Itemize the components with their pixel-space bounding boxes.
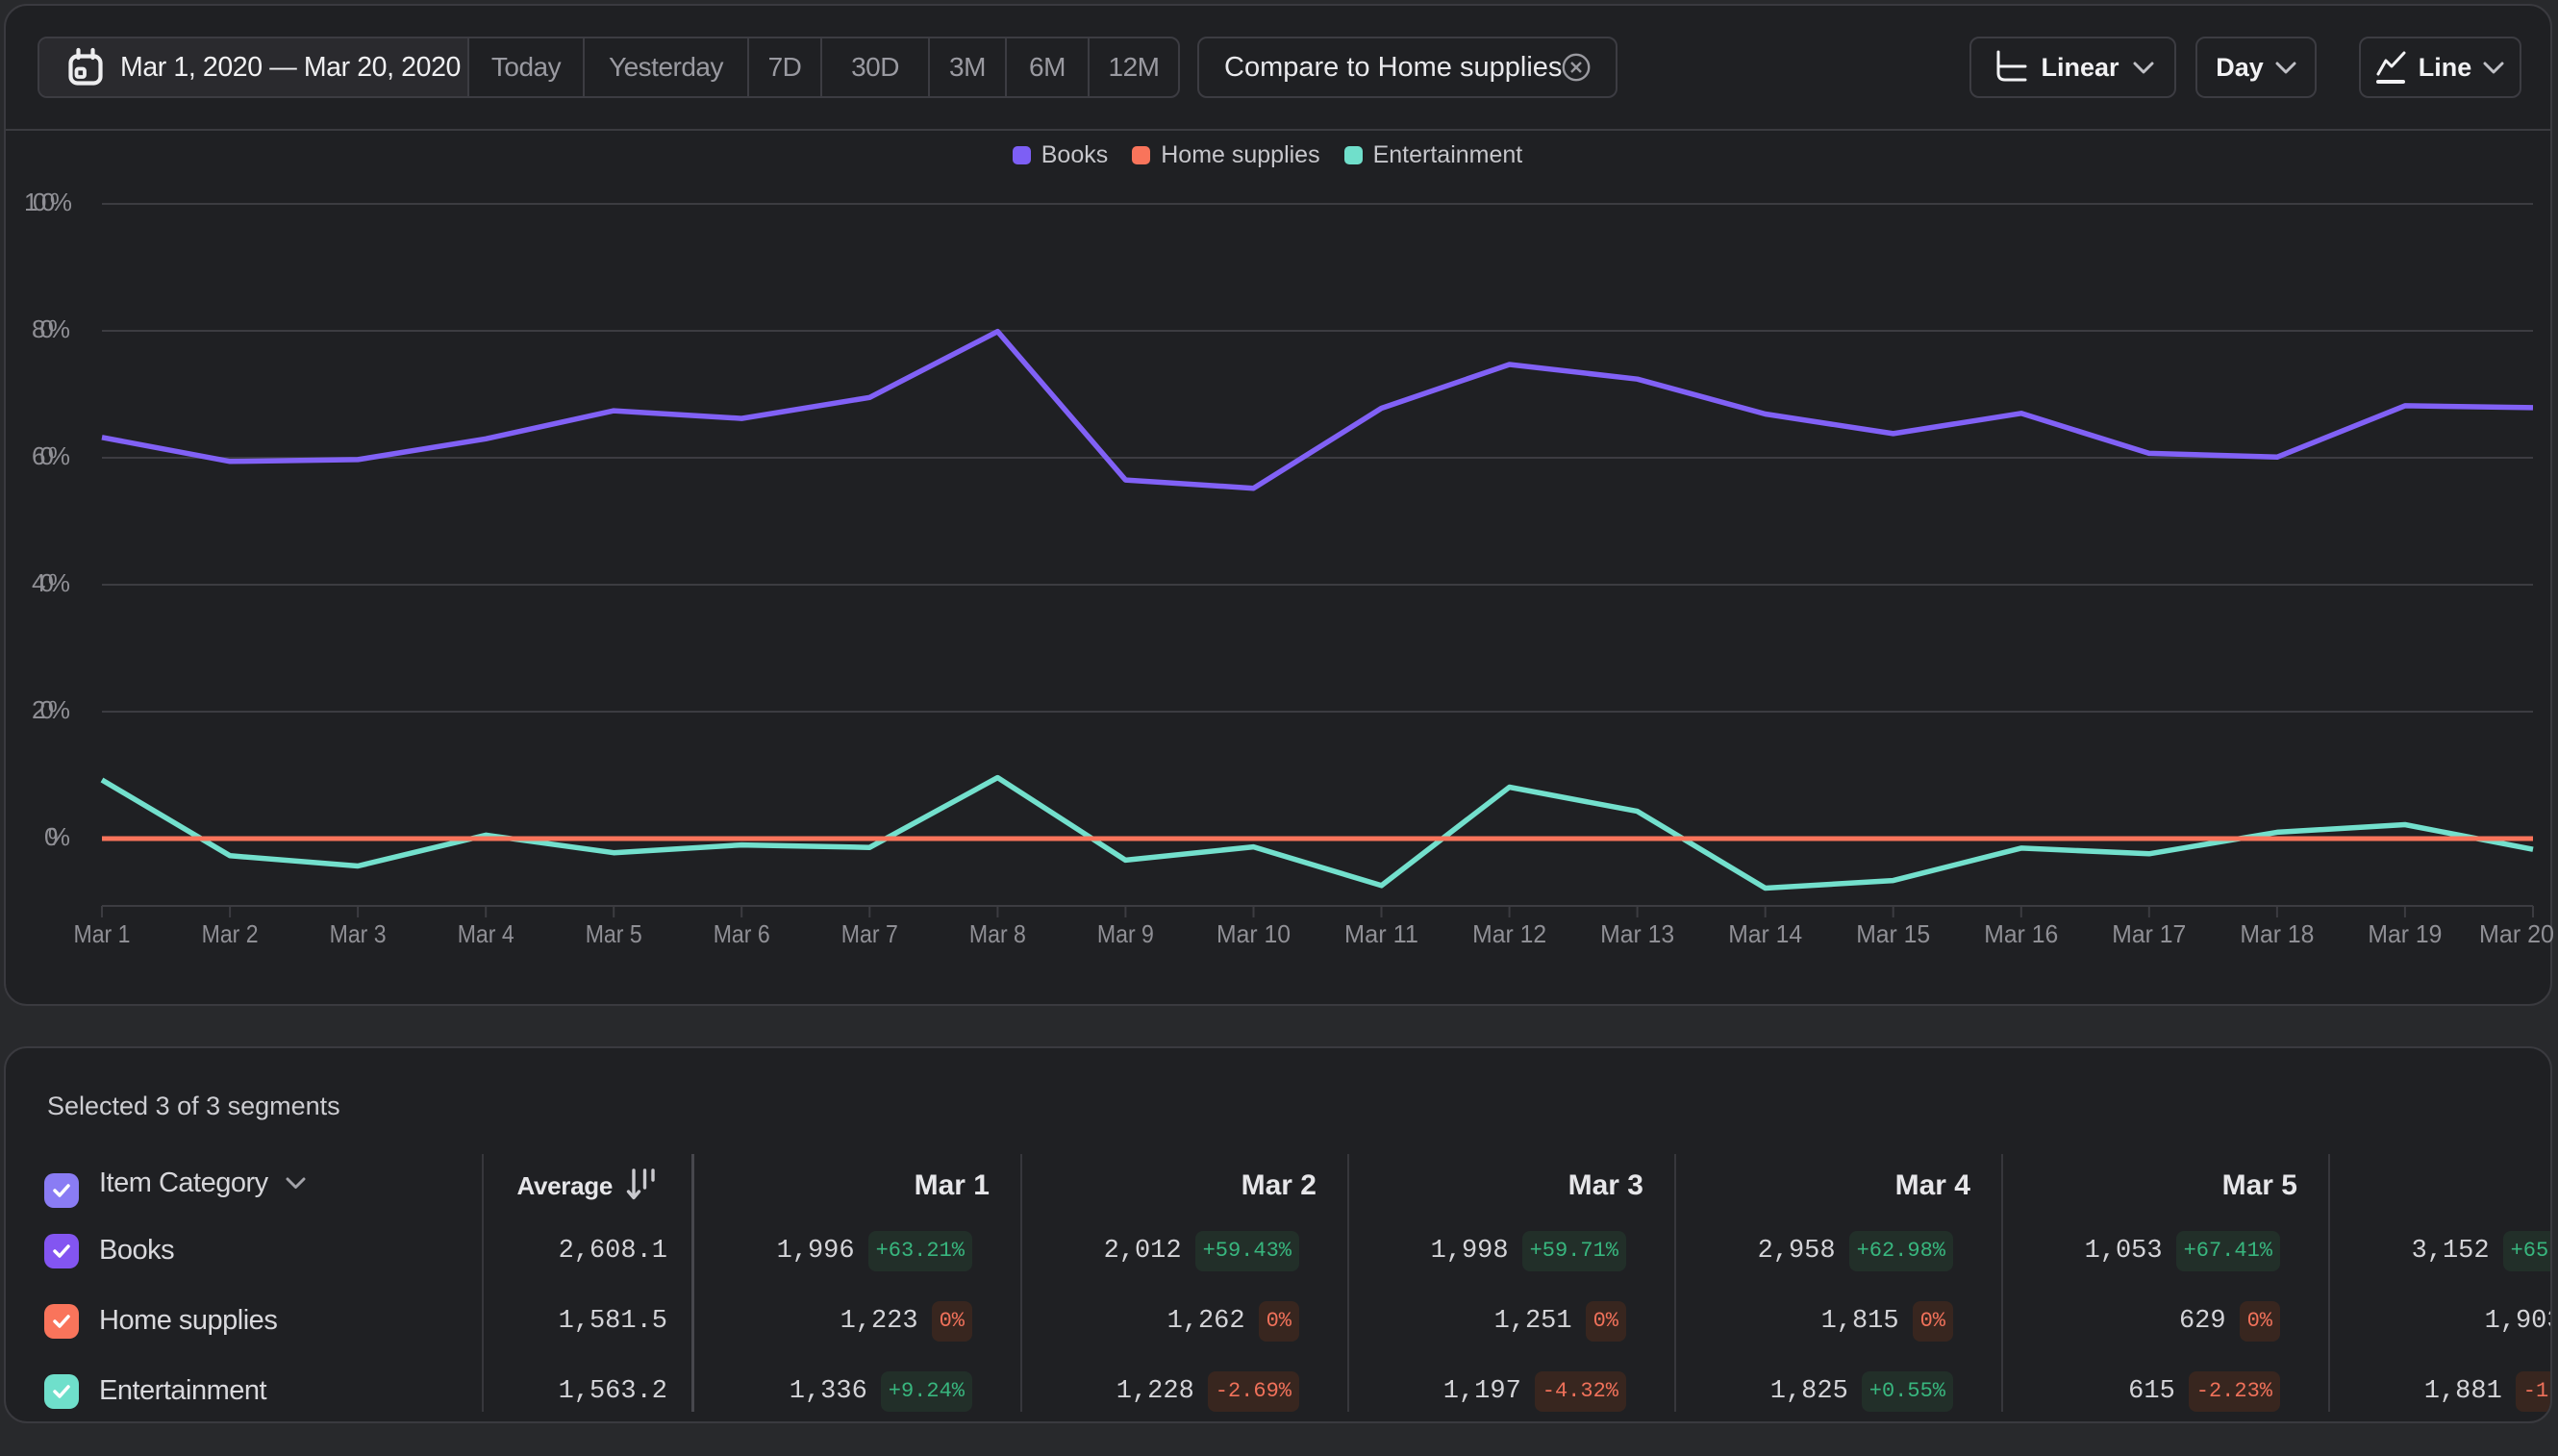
svg-text:Mar 15: Mar 15 <box>1856 919 1930 948</box>
svg-text:Mar 10: Mar 10 <box>1216 919 1291 948</box>
svg-text:40%: 40% <box>32 568 70 597</box>
svg-text:Mar 19: Mar 19 <box>2368 919 2442 948</box>
svg-text:Mar 7: Mar 7 <box>841 919 898 948</box>
svg-text:Mar 8: Mar 8 <box>969 919 1026 948</box>
svg-text:Mar 20: Mar 20 <box>2479 919 2554 948</box>
svg-text:Mar 12: Mar 12 <box>1472 919 1546 948</box>
svg-text:Mar 11: Mar 11 <box>1344 919 1418 948</box>
svg-text:100%: 100% <box>24 188 72 216</box>
svg-text:Mar 17: Mar 17 <box>2112 919 2186 948</box>
svg-text:Mar 2: Mar 2 <box>202 919 259 948</box>
svg-text:Mar 9: Mar 9 <box>1097 919 1154 948</box>
svg-text:Mar 6: Mar 6 <box>714 919 770 948</box>
svg-text:80%: 80% <box>32 314 70 343</box>
svg-text:Mar 3: Mar 3 <box>330 919 387 948</box>
svg-text:Mar 18: Mar 18 <box>2240 919 2314 948</box>
svg-text:20%: 20% <box>32 695 70 724</box>
svg-text:Mar 16: Mar 16 <box>1984 919 2058 948</box>
svg-text:Mar 1: Mar 1 <box>74 919 131 948</box>
svg-text:Mar 13: Mar 13 <box>1600 919 1674 948</box>
svg-text:0%: 0% <box>44 822 70 851</box>
svg-text:Mar 5: Mar 5 <box>586 919 642 948</box>
svg-text:Mar 14: Mar 14 <box>1728 919 1802 948</box>
svg-text:60%: 60% <box>32 441 70 470</box>
svg-text:Mar 4: Mar 4 <box>458 919 514 948</box>
